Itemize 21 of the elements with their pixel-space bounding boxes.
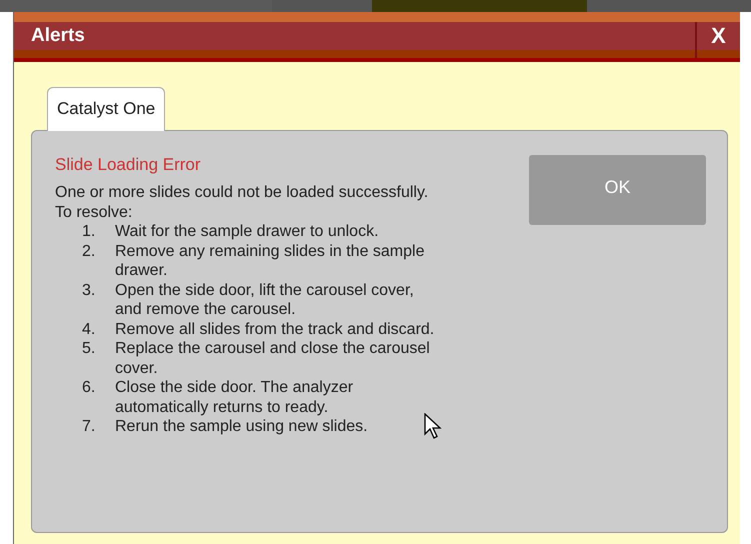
step-number: 5. (82, 339, 96, 359)
step-text: Close the side door. The analyzer automatically returns to ready. (115, 378, 354, 417)
tab[interactable]: Catalyst One (47, 87, 166, 130)
step-text: Remove any remaining slides in the sample drawer. (115, 242, 426, 280)
step-number: 1. (82, 222, 96, 242)
step-number: 4. (82, 320, 96, 339)
step-number: 3. (82, 280, 96, 300)
mouse-cursor-icon (424, 413, 444, 441)
step-text: Open the side door, lift the carousel cover, and remove the carousel. (115, 280, 415, 320)
step-text: Remove all slides from the track and discard. (115, 320, 434, 339)
step-text: Rerun the sample using new slides. (115, 417, 368, 436)
step-number: 7. (82, 417, 96, 436)
alert-title: Slide Loading Error (55, 154, 202, 174)
window-title: Alerts (30, 24, 85, 48)
step-text: Wait for the sample drawer to unlock. (115, 222, 379, 242)
alert-message: One or more slides could not be loaded successfully. (55, 183, 430, 202)
close-button[interactable]: X (695, 22, 740, 58)
step-number: 6. (82, 378, 96, 398)
step-text: Replace the carousel and close the carousel cover. (115, 339, 431, 378)
resolve-label: To resolve: (55, 202, 134, 222)
step-number: 2. (82, 242, 96, 262)
